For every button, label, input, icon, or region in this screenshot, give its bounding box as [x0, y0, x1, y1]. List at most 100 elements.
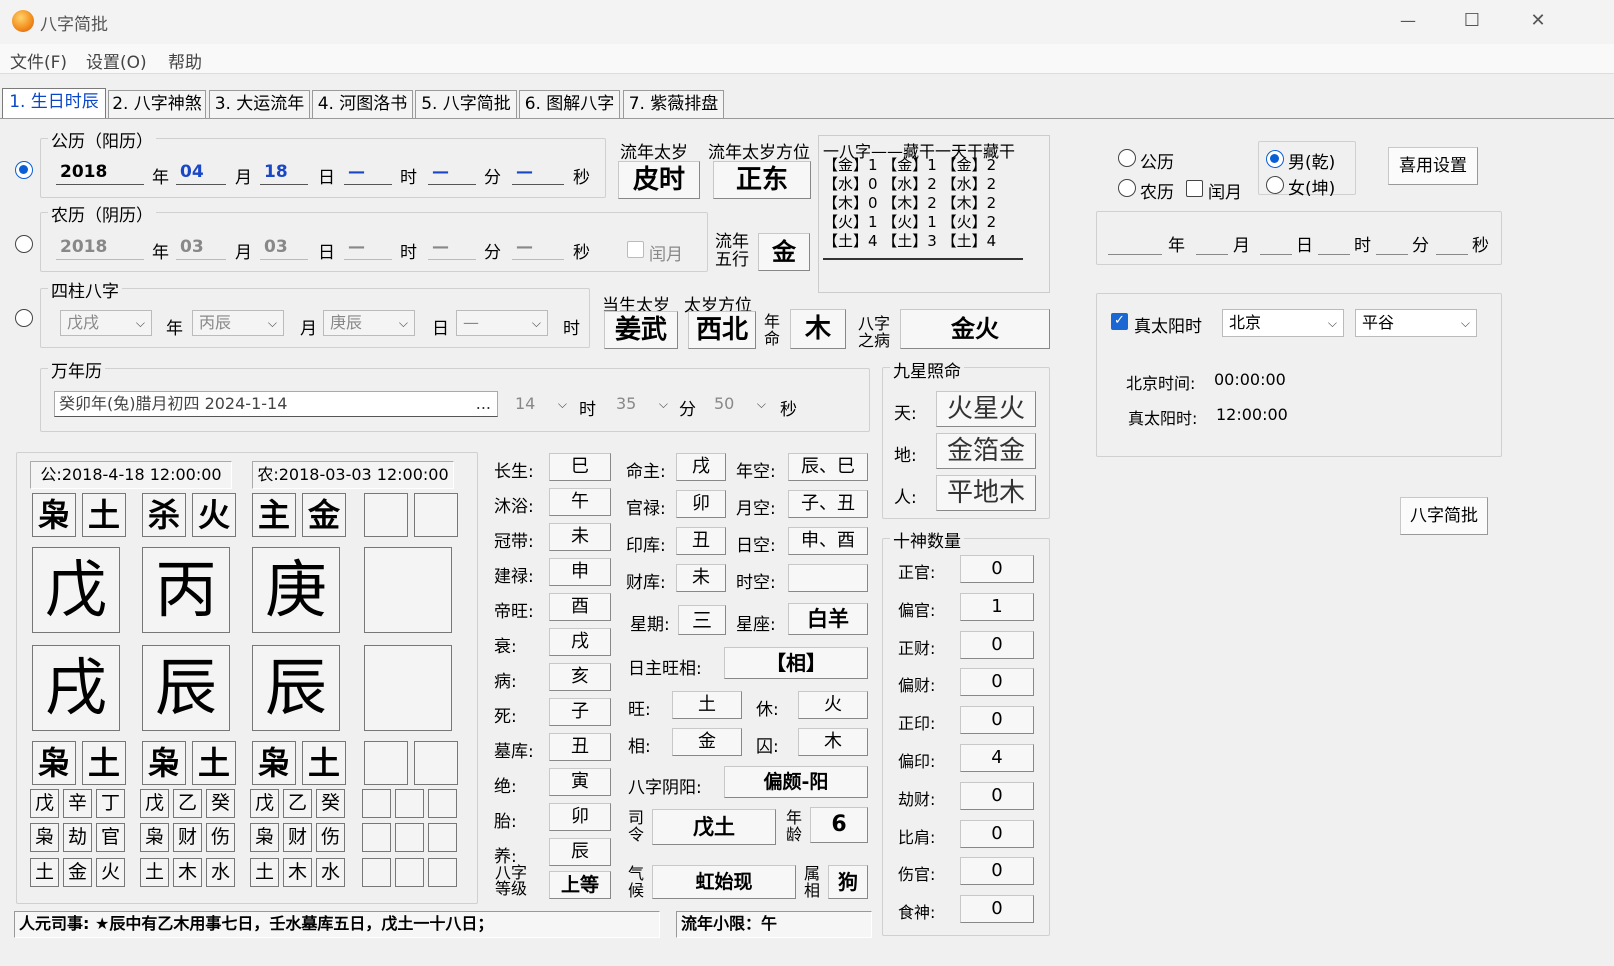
chart-small-cell: 戊	[140, 789, 169, 818]
bazi-jianpi-button[interactable]: 八字简批	[1400, 497, 1488, 535]
yinyang-label: 八字阴阳:	[628, 778, 702, 798]
sizhu-day-value: 庚辰	[330, 313, 363, 332]
lunar-year-field: 2018	[56, 234, 144, 260]
right-month-field[interactable]	[1196, 229, 1228, 255]
changsheng-value: 申	[549, 558, 611, 586]
right-gongli-radio[interactable]	[1118, 149, 1136, 167]
wannian-date-field[interactable]: 癸卯年(兔)腊月初四 2024-1-14...	[54, 391, 498, 417]
chart-bottom-cell: 土	[82, 741, 126, 785]
chart-top-cell: 金	[302, 493, 346, 537]
xiang-value: 金	[672, 728, 742, 756]
xiyong-settings-button[interactable]: 喜用设置	[1388, 147, 1478, 185]
canggan-row: 【土】4 【土】3 【土】4	[823, 232, 997, 250]
right-hour-field[interactable]	[1318, 229, 1350, 255]
chart-top-cell: 火	[192, 493, 236, 537]
shishen-label: 伤官:	[898, 865, 936, 885]
chevron-down-icon: ⌵	[135, 316, 145, 330]
lunar-minute-label: 分	[484, 243, 501, 263]
sizhu-month-value: 丙辰	[199, 313, 232, 332]
chart-small-cell: 伤	[206, 823, 235, 852]
right-day-field[interactable]	[1260, 229, 1292, 255]
age-label: 年龄	[786, 808, 803, 844]
city-select[interactable]: 平谷 ⌵	[1355, 309, 1477, 337]
solar-second-field[interactable]: —	[512, 159, 564, 185]
chevron-down-icon: ⌵	[267, 316, 277, 330]
chart-small-cell: 戊	[250, 789, 279, 818]
sizhu-month-select[interactable]: 丙辰 ⌵	[192, 310, 284, 336]
female-radio[interactable]	[1266, 176, 1284, 194]
qiu-label: 囚:	[756, 737, 779, 757]
solar-group-title: 公历（阳历）	[48, 127, 156, 152]
wannian-hour-value: 14	[515, 394, 536, 413]
sizhu-day-select[interactable]: 庚辰 ⌵	[323, 310, 415, 336]
chart-small-cell: 水	[206, 858, 235, 887]
right-leap-checkbox[interactable]	[1186, 180, 1203, 197]
jiuxing-tian-value: 火星火	[936, 391, 1036, 427]
qihou-label: 气候	[628, 864, 645, 900]
chart-small-cell: 火	[96, 858, 125, 887]
jiuxing-di-value: 金箔金	[936, 433, 1036, 469]
chart-small-cell: 木	[283, 858, 312, 887]
sizhu-hour-select[interactable]: — ⌵	[456, 310, 548, 336]
solar-hour-field[interactable]: —	[344, 159, 392, 185]
ming-value: 丑	[676, 527, 726, 555]
changsheng-label: 死:	[494, 707, 517, 727]
solar-day-field[interactable]: 18	[260, 159, 308, 185]
shishen-value: 0	[960, 630, 1034, 659]
shishen-label: 正财:	[898, 638, 936, 658]
qihou-value: 虹始现	[652, 865, 796, 899]
solar-month-field[interactable]: 04	[176, 159, 226, 185]
chevron-down-icon: ⌵	[1327, 316, 1337, 330]
changsheng-label: 衰:	[494, 637, 517, 657]
chevron-down-icon: ⌵	[557, 397, 567, 411]
chart-small-cell: 木	[173, 858, 202, 887]
right-nongli-radio[interactable]	[1118, 179, 1136, 197]
ming-label: 官禄:	[626, 499, 666, 519]
solar-month-label: 月	[235, 168, 252, 188]
right-day-label: 日	[1296, 236, 1313, 256]
wannian-second-select[interactable]: 50 ⌵	[708, 392, 772, 418]
male-radio[interactable]	[1266, 150, 1284, 168]
lunar-hour-label: 时	[400, 243, 417, 263]
shishen-value: 0	[960, 857, 1034, 886]
changsheng-label: 冠带:	[494, 532, 534, 552]
right-year-field[interactable]	[1108, 229, 1162, 255]
shishen-label: 比肩:	[898, 827, 936, 847]
chart-bottom-cell	[414, 741, 458, 785]
xingqi-label: 星期:	[630, 615, 670, 635]
chevron-down-icon: ⌵	[756, 397, 766, 411]
chart-bottom-cell: 枭	[142, 741, 186, 785]
changsheng-label: 建禄:	[494, 567, 534, 587]
sizhu-year-select[interactable]: 戊戌 ⌵	[60, 310, 152, 336]
province-value: 北京	[1229, 313, 1262, 332]
solar-year-field[interactable]: 2018	[56, 159, 144, 185]
renyuan-status: 人元司事: ★辰中有乙木用事七日，壬水墓库五日，戊土一十八日；	[14, 911, 660, 938]
province-select[interactable]: 北京 ⌵	[1222, 309, 1344, 337]
chart-small-cell: 土	[140, 858, 169, 887]
chart-bottom-cell: 土	[302, 741, 346, 785]
right-minute-field[interactable]	[1376, 229, 1408, 255]
wannian-hour-select[interactable]: 14 ⌵	[509, 392, 573, 418]
true-solar-checkbox[interactable]: ✓	[1111, 313, 1128, 330]
tab-content: 公历（阳历） 2018 年 04 月 18 日 — 时 — 分 — 秒 农历（阴…	[0, 118, 1614, 965]
solar-radio[interactable]	[15, 161, 33, 179]
lunar-month-field: 03	[176, 234, 226, 260]
solar-year-label: 年	[152, 168, 169, 188]
lunar-radio[interactable]	[15, 235, 33, 253]
wangxiang-value: 【相】	[724, 647, 868, 679]
wannian-minute-select[interactable]: 35 ⌵	[610, 392, 674, 418]
wannian-more-button[interactable]: ...	[476, 392, 491, 416]
changsheng-value: 亥	[549, 663, 611, 691]
lunar-leap-label: 闰月	[649, 245, 683, 265]
chart-small-cell	[428, 858, 457, 887]
sizhu-radio[interactable]	[15, 309, 33, 327]
lunar-second-field: —	[512, 234, 564, 260]
jiuxing-di-label: 地:	[894, 446, 917, 466]
solar-minute-field[interactable]: —	[428, 159, 476, 185]
age-value: 6	[810, 807, 868, 843]
right-second-field[interactable]	[1436, 229, 1468, 255]
chart-top-cell	[414, 493, 458, 537]
chart-small-cell: 水	[316, 858, 345, 887]
wang-value: 土	[672, 691, 742, 719]
changsheng-value: 酉	[549, 593, 611, 621]
